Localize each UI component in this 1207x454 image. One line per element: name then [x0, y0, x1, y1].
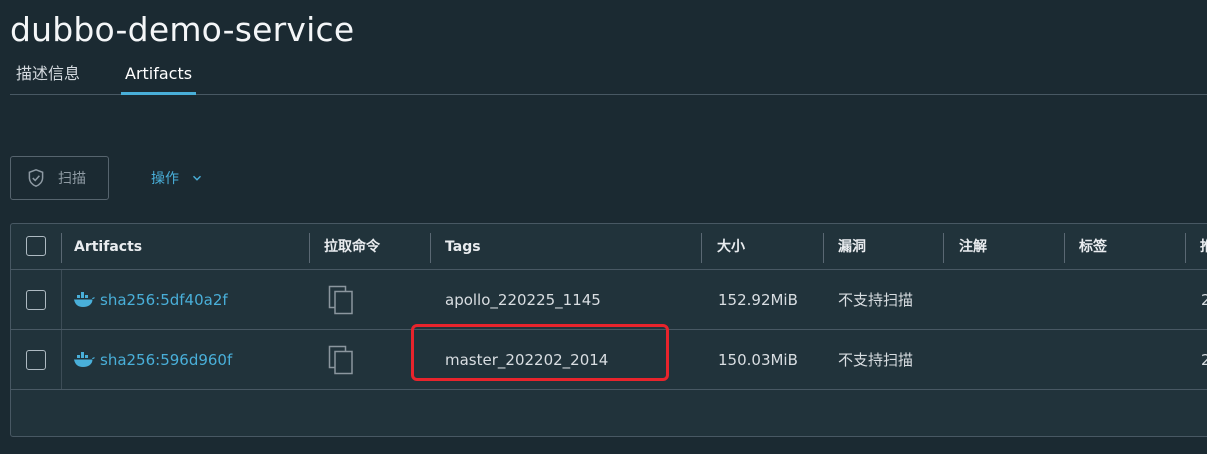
vulnerability-status: 不支持扫描	[838, 351, 914, 369]
column-divider	[823, 233, 824, 263]
col-pull-command[interactable]: 拉取命令	[324, 224, 380, 270]
tab-description[interactable]: 描述信息	[16, 64, 80, 95]
artifact-page: dubbo-demo-service 描述信息 Artifacts 扫描 操作 …	[0, 0, 1207, 454]
row-divider	[61, 270, 62, 329]
copy-icon[interactable]	[328, 285, 354, 315]
column-divider	[61, 233, 62, 263]
tag-value: apollo_220225_1145	[445, 291, 601, 309]
shield-icon	[28, 168, 44, 188]
size-value: 152.92MiB	[718, 291, 798, 309]
column-divider	[430, 233, 431, 263]
row-divider	[61, 330, 62, 389]
actions-dropdown[interactable]: 操作	[141, 162, 213, 194]
actions-label: 操作	[151, 171, 179, 187]
table-header: Artifacts 拉取命令 Tags 大小 漏洞 注解 标签 推	[11, 224, 1207, 270]
column-divider	[1064, 233, 1065, 263]
column-divider	[309, 233, 310, 263]
column-divider	[943, 233, 944, 263]
vulnerability-status: 不支持扫描	[838, 291, 914, 309]
col-push-time[interactable]: 推	[1200, 224, 1207, 270]
col-tags[interactable]: Tags	[445, 224, 481, 270]
select-all-checkbox[interactable]	[26, 236, 46, 256]
size-value: 150.03MiB	[718, 351, 798, 369]
col-labels[interactable]: 标签	[1079, 224, 1107, 270]
highlight-box	[411, 324, 669, 381]
chevron-down-icon	[193, 175, 201, 181]
page-title: dubbo-demo-service	[10, 10, 355, 49]
col-size[interactable]: 大小	[717, 224, 745, 270]
tab-bar: 描述信息 Artifacts	[10, 60, 1207, 95]
scan-button-label: 扫描	[58, 171, 86, 187]
table-row: sha256:5df40a2f apollo_220225_1145 152.9…	[11, 270, 1207, 330]
col-annotations[interactable]: 注解	[959, 224, 987, 270]
col-artifacts[interactable]: Artifacts	[74, 224, 142, 270]
docker-icon	[74, 352, 95, 367]
row-checkbox[interactable]	[26, 350, 46, 370]
column-divider	[701, 233, 702, 263]
tab-artifacts[interactable]: Artifacts	[121, 64, 197, 95]
push-time-value: 2	[1201, 270, 1207, 330]
copy-icon[interactable]	[328, 345, 354, 375]
push-time-value: 2	[1201, 330, 1207, 390]
scan-button[interactable]: 扫描	[10, 156, 109, 200]
col-vulnerabilities[interactable]: 漏洞	[838, 224, 866, 270]
docker-icon	[74, 292, 95, 307]
artifact-digest-link[interactable]: sha256:5df40a2f	[100, 270, 228, 330]
column-divider	[1185, 233, 1186, 263]
artifact-digest-link[interactable]: sha256:596d960f	[100, 330, 232, 390]
row-checkbox[interactable]	[26, 290, 46, 310]
